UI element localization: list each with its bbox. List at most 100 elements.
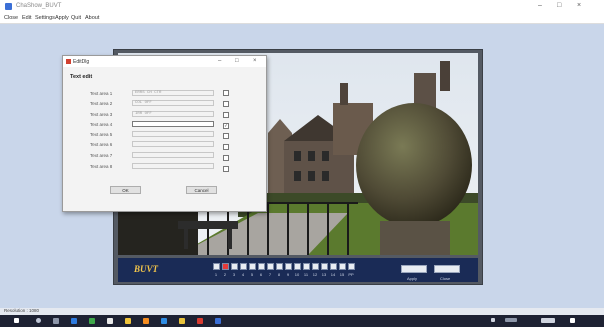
channel-13-button[interactable] xyxy=(321,263,328,270)
text-area-3-field[interactable]: IRR OFF xyxy=(132,111,214,117)
text-area-5-field[interactable] xyxy=(132,131,214,137)
channel-label: 14 xyxy=(330,272,336,277)
channel-label: 13 xyxy=(321,272,327,277)
channel-5-button[interactable] xyxy=(249,263,256,270)
channel-label: 3 xyxy=(232,272,236,277)
dialog-app-icon xyxy=(66,59,71,64)
channel-label: 7 xyxy=(268,272,272,277)
channel-3-button[interactable] xyxy=(231,263,238,270)
dialog-minimize-button[interactable]: – xyxy=(218,58,221,64)
menu-bar: Close Edit Settings Apply Quit About xyxy=(0,13,604,24)
text-area-8-field[interactable] xyxy=(132,163,214,169)
window-title: ChaShow_BUVT xyxy=(16,3,62,9)
channel-label: 5 xyxy=(250,272,254,277)
text-area-2-label: Text area 2 xyxy=(90,101,113,106)
channel-7-button[interactable] xyxy=(267,263,274,270)
text-area-6-field[interactable] xyxy=(132,141,214,147)
brand-logo: BUVT xyxy=(134,264,159,274)
channel-label: 11 xyxy=(303,272,309,277)
channel-label: PP xyxy=(348,272,354,277)
text-area-7-checkbox[interactable] xyxy=(223,155,229,161)
app-icon xyxy=(5,3,12,10)
minimize-button[interactable]: – xyxy=(538,2,542,9)
text-area-4-checkbox[interactable]: ✓ xyxy=(223,123,229,129)
channel-14-button[interactable] xyxy=(330,263,337,270)
channel-15-button[interactable] xyxy=(339,263,346,270)
text-area-5-checkbox[interactable] xyxy=(223,133,229,139)
channel-4-button[interactable] xyxy=(240,263,247,270)
close-button[interactable] xyxy=(434,265,460,273)
app-icon-2[interactable] xyxy=(143,318,149,324)
taskbar xyxy=(0,315,604,327)
menu-edit[interactable]: Edit xyxy=(22,15,31,21)
menu-settings[interactable]: Settings xyxy=(35,15,55,21)
file-explorer-icon[interactable] xyxy=(125,318,131,324)
apply-button[interactable] xyxy=(401,265,427,273)
dialog-titlebar: EditDlg – □ × xyxy=(63,56,266,67)
text-area-4-label: Text area 4 xyxy=(90,122,113,127)
text-area-6-checkbox[interactable] xyxy=(223,144,229,150)
search-icon[interactable] xyxy=(36,318,41,323)
dialog-maximize-button[interactable]: □ xyxy=(235,58,239,64)
channel-2-button[interactable] xyxy=(222,263,229,270)
channel-label: 2 xyxy=(223,272,227,277)
text-area-2-checkbox[interactable] xyxy=(223,101,229,107)
close-window-button[interactable]: × xyxy=(577,2,581,9)
control-panel: BUVT 1 2 3 4 5 6 7 8 9 10 11 12 13 14 15… xyxy=(118,258,478,282)
text-area-6-label: Text area 6 xyxy=(90,142,113,147)
notification-icon[interactable] xyxy=(570,318,575,323)
channel-12-button[interactable] xyxy=(312,263,319,270)
cancel-button[interactable]: Cancel xyxy=(186,186,217,194)
channel-label: 8 xyxy=(277,272,281,277)
edge-icon[interactable] xyxy=(71,318,77,324)
ok-button[interactable]: OK xyxy=(110,186,141,194)
channel-label: 4 xyxy=(241,272,245,277)
channel-1-button[interactable] xyxy=(213,263,220,270)
dialog-title: EditDlg xyxy=(73,59,90,65)
dialog-close-button[interactable]: × xyxy=(253,58,257,64)
menu-about[interactable]: About xyxy=(85,15,99,21)
chashow-taskbar-icon[interactable] xyxy=(215,318,221,324)
channel-label: 6 xyxy=(259,272,263,277)
text-area-3-checkbox[interactable] xyxy=(223,112,229,118)
clock[interactable] xyxy=(541,318,555,323)
text-area-1-field[interactable]: ERRS CH CTR xyxy=(132,90,214,96)
channel-label: 1 xyxy=(214,272,218,277)
channel-label: 12 xyxy=(312,272,318,277)
channel-label: 9 xyxy=(286,272,290,277)
maximize-button[interactable]: □ xyxy=(557,2,561,9)
app-icon-4[interactable] xyxy=(179,318,185,324)
text-area-5-label: Text area 5 xyxy=(90,132,113,137)
store-icon[interactable] xyxy=(89,318,95,324)
channel-8-button[interactable] xyxy=(276,263,283,270)
menu-apply[interactable]: Apply xyxy=(55,15,69,21)
apply-label: Apply xyxy=(407,276,418,281)
text-area-1-checkbox[interactable] xyxy=(223,90,229,96)
menu-close[interactable]: Close xyxy=(4,15,18,21)
app-icon-1[interactable] xyxy=(107,318,113,324)
close-label: Close xyxy=(440,276,451,281)
start-icon[interactable] xyxy=(14,318,19,323)
channel-10-button[interactable] xyxy=(294,263,301,270)
app-icon-3[interactable] xyxy=(161,318,167,324)
text-area-8-checkbox[interactable] xyxy=(223,166,229,172)
text-area-8-label: Text area 8 xyxy=(90,164,113,169)
window-titlebar: ChaShow_BUVT – □ × xyxy=(0,0,604,13)
channel-9-button[interactable] xyxy=(285,263,292,270)
channel-11-button[interactable] xyxy=(303,263,310,270)
text-area-7-label: Text area 7 xyxy=(90,153,113,158)
channel-6-button[interactable] xyxy=(258,263,265,270)
app-icon-5[interactable] xyxy=(197,318,203,324)
user-icon[interactable] xyxy=(491,318,495,322)
channel-pp-button[interactable] xyxy=(348,263,355,270)
tray-icons[interactable] xyxy=(505,318,517,322)
text-area-3-label: Text area 3 xyxy=(90,112,113,117)
text-area-2-field[interactable]: COL OFF xyxy=(132,100,214,106)
channel-label: 15 xyxy=(339,272,345,277)
text-area-4-field[interactable] xyxy=(132,121,214,127)
text-area-7-field[interactable] xyxy=(132,152,214,158)
edit-dialog: EditDlg – □ × Text edit Text area 1 ERRS… xyxy=(62,55,267,212)
status-bar: Resolution : 1080 xyxy=(0,308,604,315)
task-view-icon[interactable] xyxy=(53,318,59,324)
menu-quit[interactable]: Quit xyxy=(71,15,81,21)
